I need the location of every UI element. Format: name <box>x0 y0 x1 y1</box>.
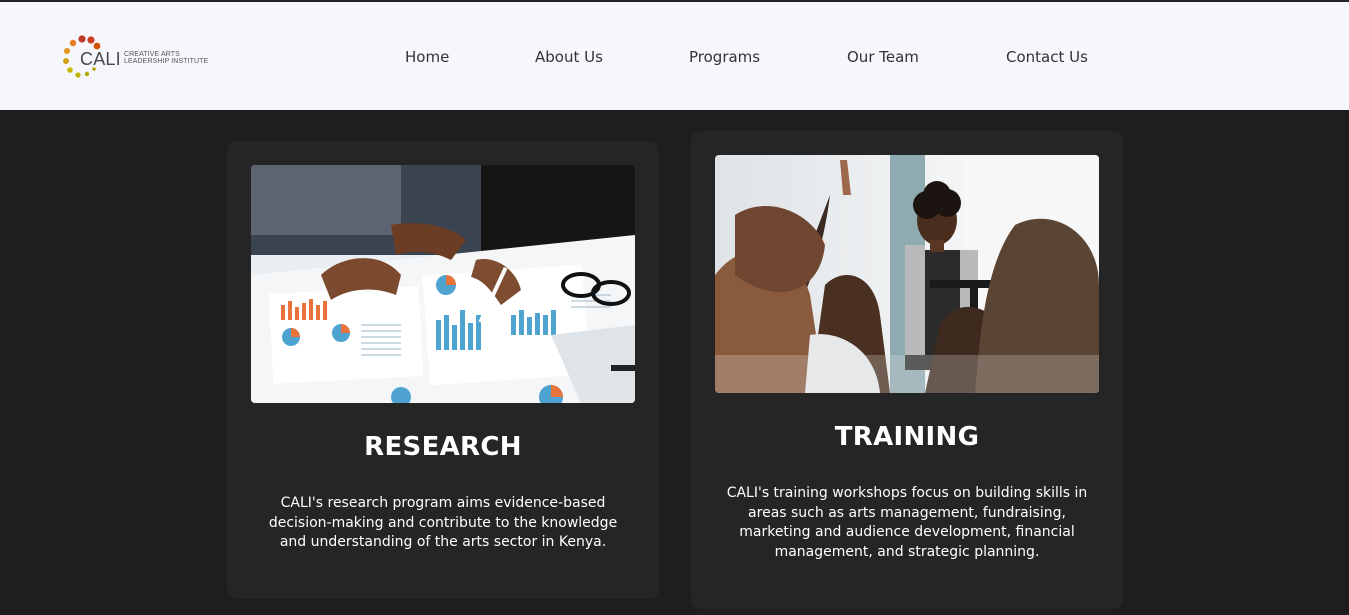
site-header: CALI CREATIVE ARTS LEADERSHIP INSTITUTE … <box>0 2 1349 110</box>
nav-programs[interactable]: Programs <box>689 48 760 66</box>
research-title: RESEARCH <box>364 432 522 462</box>
research-card: RESEARCH CALI's research program aims ev… <box>227 141 659 599</box>
nav-contact-us[interactable]: Contact Us <box>1006 48 1088 66</box>
research-photo <box>251 165 635 403</box>
nav-home[interactable]: Home <box>405 48 449 66</box>
training-description: CALI's training workshops focus on build… <box>726 485 1088 560</box>
training-title: TRAINING <box>834 422 980 452</box>
research-description: CALI's research program aims evidence-ba… <box>268 495 618 550</box>
main-nav: Home About Us Programs Our Team Contact … <box>0 48 1349 68</box>
training-card: TRAINING CALI's training workshops focus… <box>691 131 1123 609</box>
nav-about-us[interactable]: About Us <box>535 48 603 66</box>
training-photo <box>715 155 1099 393</box>
nav-our-team[interactable]: Our Team <box>847 48 919 66</box>
